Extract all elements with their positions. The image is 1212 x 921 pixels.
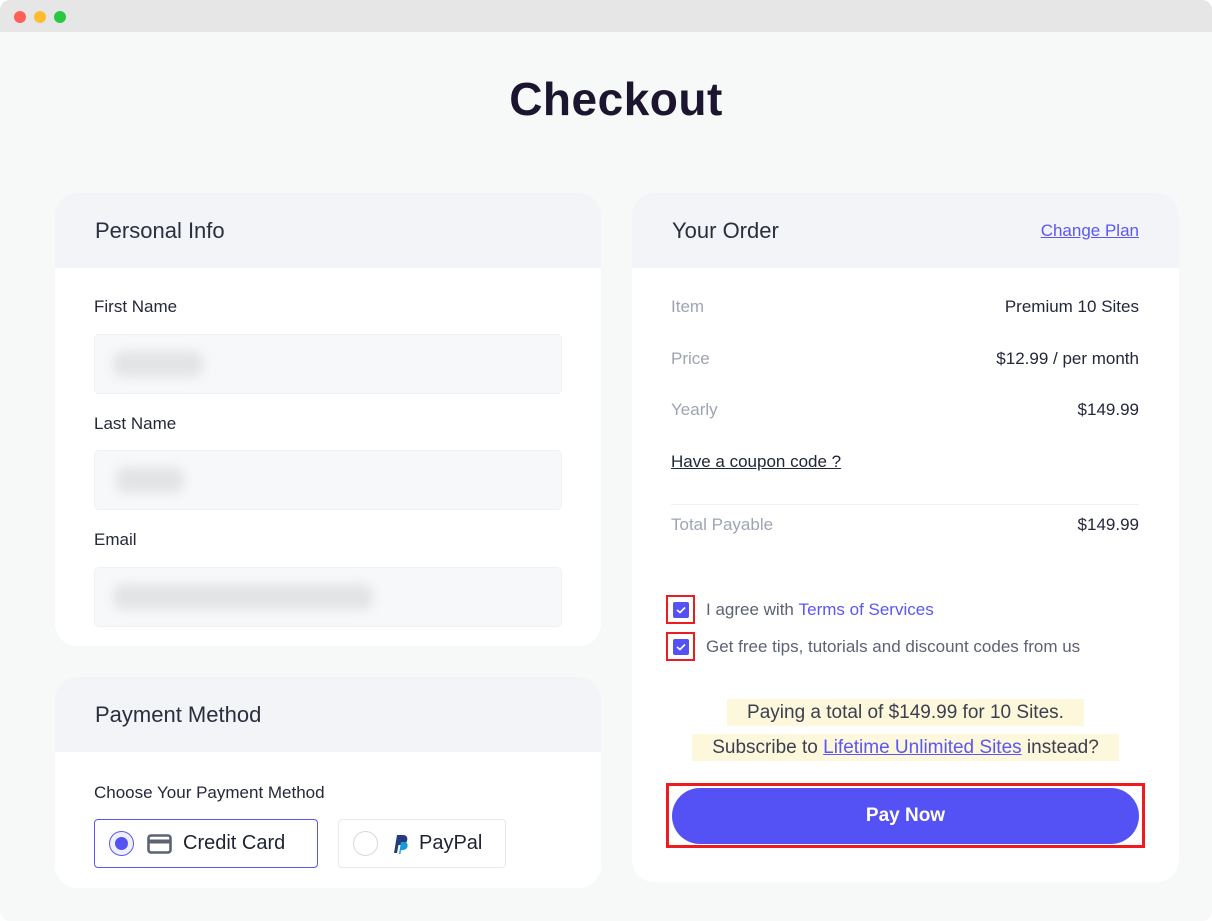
close-window-button[interactable] [14,11,26,23]
personal-info-card: Personal Info First Name Last Name Email [55,193,601,646]
checkmark-icon [675,606,686,614]
first-name-label: First Name [94,297,178,316]
payment-option-credit-card[interactable]: Credit Card [94,819,318,868]
payment-total-notice: Paying a total of $149.99 for 10 Sites. [727,699,1084,726]
order-row-key: Yearly [671,400,718,419]
order-row-yearly: Yearly $149.99 [671,400,1139,420]
highlight-outline [666,632,695,661]
terms-agreement-row: I agree with Terms of Services [666,595,934,624]
email-redacted-value [113,584,373,610]
title-bar [0,0,1212,32]
maximize-window-button[interactable] [54,11,66,23]
newsletter-checkbox[interactable] [672,638,689,655]
minimize-window-button[interactable] [34,11,46,23]
paypal-radio[interactable] [353,831,378,856]
order-row-total: Total Payable $149.99 [671,515,1139,535]
first-name-redacted-value [113,351,203,377]
last-name-label: Last Name [94,414,177,433]
total-payable-value: $149.99 [1077,515,1139,534]
order-row-key: Price [671,349,710,368]
highlight-outline [666,595,695,624]
order-row-price: Price $12.99 / per month [671,349,1139,369]
email-label: Email [94,530,137,549]
order-row-value: $149.99 [1077,400,1139,419]
email-input[interactable] [94,567,562,627]
upsell-prefix: Subscribe to [712,737,824,758]
order-divider [671,504,1139,505]
upsell-suffix: instead? [1021,737,1099,758]
payment-method-header: Payment Method [55,677,601,752]
change-plan-link[interactable]: Change Plan [1041,221,1139,241]
total-payable-label: Total Payable [671,515,774,534]
paypal-label: PayPal [419,832,483,854]
order-row-value: $12.99 / per month [996,349,1139,368]
browser-window: Checkout Personal Info First Name Last N… [0,0,1212,921]
lifetime-unlimited-link[interactable]: Lifetime Unlimited Sites [823,737,1022,758]
last-name-redacted-value [116,467,184,493]
personal-info-header: Personal Info [55,193,601,268]
order-header: Your Order Change Plan [632,193,1179,268]
paypal-icon [391,833,409,854]
payment-method-title: Payment Method [95,701,262,727]
newsletter-text: Get free tips, tutorials and discount co… [706,636,1081,656]
order-row-value: Premium 10 Sites [1004,297,1139,316]
terms-of-services-link[interactable]: Terms of Services [799,600,934,620]
coupon-code-link[interactable]: Have a coupon code ? [671,452,841,472]
payment-option-paypal[interactable]: PayPal [338,819,506,868]
payment-notice-line2: Subscribe to Lifetime Unlimited Sites in… [632,734,1179,761]
order-row-item: Item Premium 10 Sites [671,297,1139,317]
first-name-input[interactable] [94,334,562,394]
payment-notice-line1: Paying a total of $149.99 for 10 Sites. [632,699,1179,726]
choose-payment-label: Choose Your Payment Method [94,783,325,802]
order-summary-card: Your Order Change Plan Item Premium 10 S… [632,193,1179,882]
terms-text: I agree with [706,599,799,619]
order-row-key: Item [671,297,705,316]
newsletter-row: Get free tips, tutorials and discount co… [666,632,1080,661]
payment-method-card: Payment Method Choose Your Payment Metho… [55,677,601,888]
terms-checkbox[interactable] [672,601,689,618]
last-name-input[interactable] [94,450,562,510]
pay-button-highlight-outline: Pay Now [666,783,1145,848]
checkmark-icon [675,643,686,651]
page-title: Checkout [509,73,723,125]
credit-card-radio[interactable] [109,831,134,856]
personal-info-title: Personal Info [95,217,225,243]
credit-card-icon [147,833,172,854]
order-title: Your Order [672,217,779,243]
pay-now-button[interactable]: Pay Now [672,788,1139,844]
upsell-notice: Subscribe to Lifetime Unlimited Sites in… [692,734,1119,761]
credit-card-label: Credit Card [183,832,286,854]
